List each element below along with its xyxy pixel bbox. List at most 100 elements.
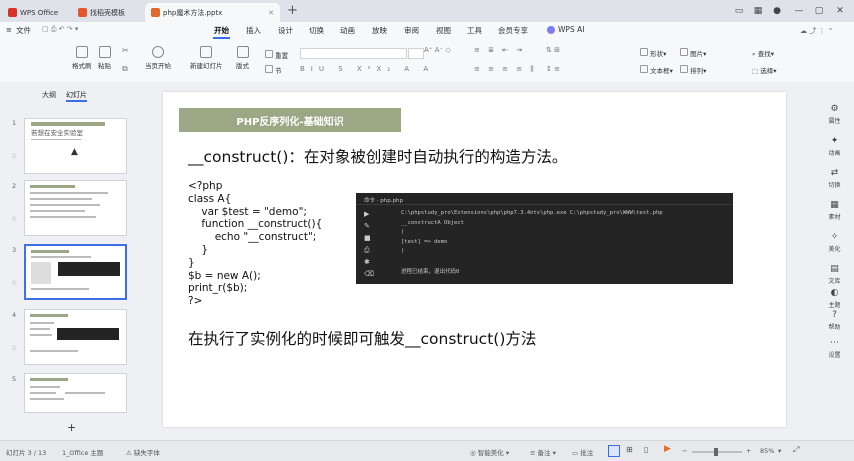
quick-access-icons[interactable]: ▢ ⎙ ↶ ↷ ▾ — [42, 25, 78, 34]
slide-thumbnail-3[interactable] — [24, 244, 127, 300]
close-window-icon[interactable]: ✕ — [834, 5, 846, 17]
minimize-icon[interactable]: — — [793, 5, 805, 17]
sorter-view-icon[interactable]: ⊞ — [626, 445, 633, 454]
star-icon[interactable]: ☆ — [11, 344, 17, 352]
zoom-slider-handle[interactable] — [714, 448, 718, 456]
menu-home[interactable]: 开始 — [213, 25, 230, 39]
close-tab-icon[interactable]: ✕ — [268, 9, 274, 17]
slide-number: 3 — [12, 246, 17, 254]
layout-icon — [236, 46, 249, 58]
fit-window-icon[interactable]: ⤢ — [793, 445, 799, 455]
slide-thumbnail-4[interactable] — [24, 309, 127, 365]
menu-transition[interactable]: 切换 — [309, 25, 324, 36]
menu-review[interactable]: 审阅 — [404, 25, 419, 36]
star-icon[interactable]: ☆ — [11, 215, 17, 223]
terminal-line: ) — [401, 248, 405, 254]
shape-button[interactable]: 形状▾ — [640, 48, 666, 58]
font-name-field[interactable] — [300, 48, 407, 59]
paste-button[interactable]: 粘贴 — [98, 46, 111, 70]
tab-template[interactable]: 找稻壳模板 — [72, 3, 131, 22]
font-size-field[interactable] — [408, 48, 424, 59]
zoom-out-icon[interactable]: − — [682, 447, 687, 455]
menu-insert[interactable]: 插入 — [246, 25, 261, 36]
reset-button[interactable]: 重置 — [265, 50, 288, 60]
avatar[interactable]: ● — [771, 5, 783, 17]
code-line: function __construct(){ — [188, 218, 323, 231]
paragraph-icons[interactable]: ≡ ≣ ⇤ ⇥ — [474, 46, 525, 54]
share-icon[interactable]: ☁ ⤴ ⋮ ⌃ — [800, 26, 834, 36]
slide-thumbnail-1[interactable]: 若想在安全实验室 ▲ — [24, 118, 127, 174]
font-style-icons[interactable]: BIU S X²X₂ A A — [300, 65, 434, 73]
sidebar-item-settings[interactable]: ⋯ 设置 — [815, 338, 854, 359]
sidebar-item-theme[interactable]: ◐ 主题 — [815, 288, 854, 309]
star-icon[interactable]: ☆ — [11, 279, 17, 287]
window-layout-icon[interactable]: ▭ — [733, 5, 745, 17]
arrange-button[interactable]: 排列▾ — [680, 65, 706, 75]
terminal-screenshot[interactable]: 命令 · php.php ▶ ✎ ■ ⎙ ✱ ⌫ C:\phpstudy_pro… — [356, 193, 733, 284]
zoom-dropdown-icon[interactable]: ▾ — [778, 447, 781, 455]
zoom-in-icon[interactable]: + — [746, 447, 751, 455]
smart-beautify-button[interactable]: ◎ 智能美化 ▾ — [470, 447, 509, 457]
select-button[interactable]: ⬚ 选择▾ — [752, 65, 776, 75]
star-icon[interactable]: ☆ — [11, 152, 17, 160]
format-painter-button[interactable]: 格式刷 — [72, 46, 92, 70]
sidebar-item-assets[interactable]: ▦ 素材 — [815, 200, 854, 221]
section-button[interactable]: 节 — [265, 65, 282, 75]
menu-tools[interactable]: 工具 — [467, 25, 482, 36]
zoom-level[interactable]: 85% — [760, 447, 774, 455]
missing-font-button[interactable]: ⚠ 缺失字体 — [126, 447, 160, 457]
layout-button[interactable]: 版式 — [236, 46, 249, 70]
picture-button[interactable]: 图片▾ — [680, 48, 706, 58]
textbox-button[interactable]: 文本框▾ — [640, 65, 673, 75]
add-tab-button[interactable]: + — [287, 3, 298, 18]
sidebar-item-library[interactable]: ▤ 文库 — [815, 264, 854, 285]
sidebar-item-help[interactable]: ? 帮助 — [815, 310, 854, 331]
terminal-line: 进程已结束，退出代码0 — [401, 269, 460, 275]
comments-button[interactable]: ▭ 批注 — [572, 447, 593, 457]
maximize-icon[interactable]: ▢ — [813, 5, 825, 17]
tab-wps-office[interactable]: WPS Office — [2, 3, 64, 22]
slide-title[interactable]: __construct()：在对象被创建时自动执行的构造方法。 — [188, 145, 567, 167]
sidebar-item-transition[interactable]: ⇄ 切换 — [815, 168, 854, 189]
tab-document[interactable]: php魔术方法.pptx ✕ — [145, 3, 280, 22]
slide[interactable]: PHP反序列化-基础知识 __construct()：在对象被创建时自动执行的构… — [163, 92, 786, 427]
play-slideshow-icon[interactable]: ▶ — [664, 444, 671, 454]
text-direction-icon[interactable]: ⇅ ⊞ — [546, 46, 560, 54]
sidebar-item-animation[interactable]: ✦ 动画 — [815, 136, 854, 157]
window-grid-icon[interactable]: ▦ — [752, 5, 764, 17]
find-button[interactable]: ⌕ 查找▾ — [752, 48, 774, 59]
menu-file[interactable]: 文件 — [16, 25, 31, 36]
add-slide-button[interactable]: + — [67, 421, 76, 434]
menu-animation[interactable]: 动画 — [340, 25, 355, 36]
code-block[interactable]: <?php class A{ var $test = "demo"; funct… — [188, 180, 322, 308]
menu-view[interactable]: 视图 — [436, 25, 451, 36]
line-spacing-icon[interactable]: ↕ ≡ — [546, 65, 560, 73]
slide-thumbnail-5[interactable] — [24, 373, 127, 413]
cut-icon[interactable]: ✂ — [122, 46, 129, 55]
theme-name[interactable]: 1_Office 主题 — [62, 447, 103, 457]
menu-wps-ai[interactable]: WPS AI — [558, 25, 584, 34]
thumb-image: ▲ — [71, 147, 78, 157]
from-current-button[interactable]: 当页开始 — [145, 46, 171, 70]
notes-button[interactable]: ≡ 备注 ▾ — [530, 447, 556, 457]
align-icons[interactable]: ≡ ≡ ≡ ≡ ⫼ — [474, 65, 537, 74]
tab-slides[interactable]: 幻灯片 — [66, 90, 87, 102]
new-slide-button[interactable]: 新建幻灯片 — [190, 46, 223, 70]
font-grow-icon[interactable]: A⁺ A⁻ ◇ — [424, 46, 451, 54]
menu-slideshow[interactable]: 放映 — [372, 25, 387, 36]
menu-icon[interactable]: ≡ — [6, 26, 12, 34]
menu-member[interactable]: 会员专享 — [498, 25, 528, 36]
sidebar-item-beautify[interactable]: ✧ 美化 — [815, 232, 854, 253]
terminal-line: C:\phpstudy_pro\Extensions\php\php7.3.4n… — [401, 210, 663, 216]
menu-design[interactable]: 设计 — [278, 25, 293, 36]
tab-outline[interactable]: 大纲 — [42, 90, 56, 100]
slide-counter: 幻灯片 3 / 13 — [6, 449, 47, 457]
copy-icon[interactable]: ⧉ — [122, 64, 128, 74]
slide-thumbnail-2[interactable] — [24, 180, 127, 236]
reading-view-icon[interactable]: ▯ — [644, 445, 648, 454]
slide-bottom-text[interactable]: 在执行了实例化的时候即可触发__construct()方法 — [188, 327, 536, 349]
zoom-slider[interactable] — [692, 448, 742, 456]
sidebar-item-properties[interactable]: ⚙ 属性 — [815, 104, 854, 125]
tab-label: php魔术方法.pptx — [163, 8, 223, 17]
normal-view-icon[interactable] — [608, 445, 620, 457]
